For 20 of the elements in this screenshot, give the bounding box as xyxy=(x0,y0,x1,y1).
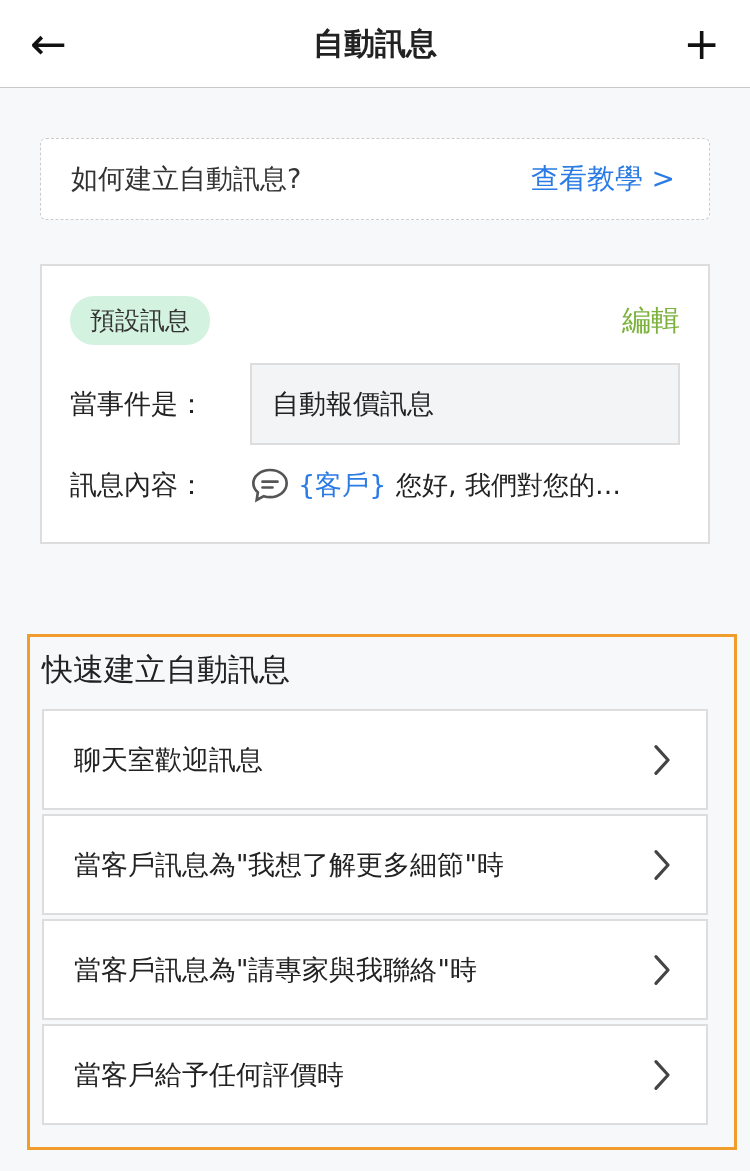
page-title: 自動訊息 xyxy=(313,23,437,63)
chevron-right-icon xyxy=(652,847,672,882)
quick-item[interactable]: 聊天室歡迎訊息 xyxy=(42,709,708,810)
section-title: 快速建立自動訊息 xyxy=(42,650,291,689)
tutorial-link[interactable]: 查看教學 > xyxy=(530,160,675,198)
quick-item[interactable]: 當客戶給予任何評價時 xyxy=(42,1024,708,1125)
default-tag: 預設訊息 xyxy=(70,296,210,345)
add-button[interactable]: + xyxy=(679,21,724,66)
quick-item[interactable]: 當客戶訊息為"請專家與我聯絡"時 xyxy=(42,919,708,1020)
quick-item[interactable]: 當客戶訊息為"我想了解更多細節"時 xyxy=(42,814,708,915)
back-button[interactable]: ← xyxy=(26,21,71,66)
chevron-right-icon xyxy=(652,742,672,777)
content-label: 訊息內容： xyxy=(70,468,206,502)
tutorial-question: 如何建立自動訊息? xyxy=(71,162,302,196)
event-label: 當事件是： xyxy=(70,387,206,421)
variable-token: {客戶} xyxy=(298,468,387,502)
event-field[interactable]: 自動報價訊息 xyxy=(250,363,680,445)
chevron-right-icon xyxy=(652,952,672,987)
chevron-right-icon xyxy=(652,1057,672,1092)
message-preview: 您好, 我們對您的… xyxy=(396,468,621,502)
